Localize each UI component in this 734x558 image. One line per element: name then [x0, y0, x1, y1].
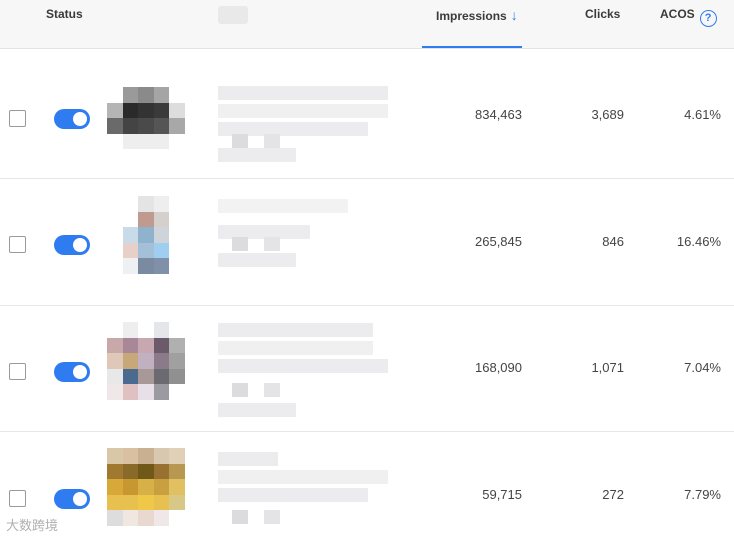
watermark: 大数跨境	[6, 518, 59, 533]
acos-value: 7.04%	[684, 360, 721, 375]
row-checkbox[interactable]	[9, 236, 26, 253]
product-title-blurred	[218, 319, 390, 417]
product-title-blurred	[218, 82, 390, 162]
column-header-status[interactable]: Status	[46, 7, 83, 21]
status-toggle[interactable]	[54, 235, 90, 255]
clicks-value: 272	[602, 487, 624, 502]
impressions-value: 168,090	[475, 360, 522, 375]
column-header-product	[218, 6, 248, 24]
row-checkbox[interactable]	[9, 363, 26, 380]
product-title-blurred	[218, 195, 390, 275]
impressions-label: Impressions	[436, 9, 507, 23]
impressions-value: 834,463	[475, 107, 522, 122]
status-toggle[interactable]	[54, 362, 90, 382]
column-header-acos[interactable]: ACOS?	[660, 7, 717, 27]
row-checkbox[interactable]	[9, 110, 26, 127]
status-toggle[interactable]	[54, 109, 90, 129]
acos-value: 7.79%	[684, 487, 721, 502]
product-title-blurred	[218, 448, 390, 528]
table-row: 168,090 1,071 7.04%	[0, 305, 734, 432]
acos-label: ACOS	[660, 7, 695, 21]
clicks-value: 1,071	[591, 360, 624, 375]
table-header: Status Impressions ↓ Clicks ACOS?	[0, 0, 734, 49]
acos-value: 4.61%	[684, 107, 721, 122]
sort-indicator	[422, 46, 522, 48]
table-row: 265,845 846 16.46%	[0, 179, 734, 306]
impressions-value: 59,715	[482, 487, 522, 502]
arrow-down-icon: ↓	[510, 7, 518, 23]
table-row: 59,715 272 7.79%	[0, 432, 734, 558]
column-header-clicks[interactable]: Clicks	[585, 7, 620, 21]
question-circle-icon[interactable]: ?	[699, 10, 717, 27]
product-thumbnail	[107, 322, 185, 400]
clicks-value: 3,689	[591, 107, 624, 122]
clicks-value: 846	[602, 234, 624, 249]
status-toggle[interactable]	[54, 489, 90, 509]
acos-value: 16.46%	[676, 234, 721, 249]
column-header-impressions[interactable]: Impressions ↓	[436, 7, 518, 23]
impressions-value: 265,845	[475, 234, 522, 249]
product-thumbnail	[107, 448, 185, 526]
table-row: 834,463 3,689 4.61%	[0, 52, 734, 179]
product-thumbnail	[107, 196, 185, 274]
product-thumbnail	[107, 87, 185, 149]
row-checkbox[interactable]	[9, 490, 26, 507]
